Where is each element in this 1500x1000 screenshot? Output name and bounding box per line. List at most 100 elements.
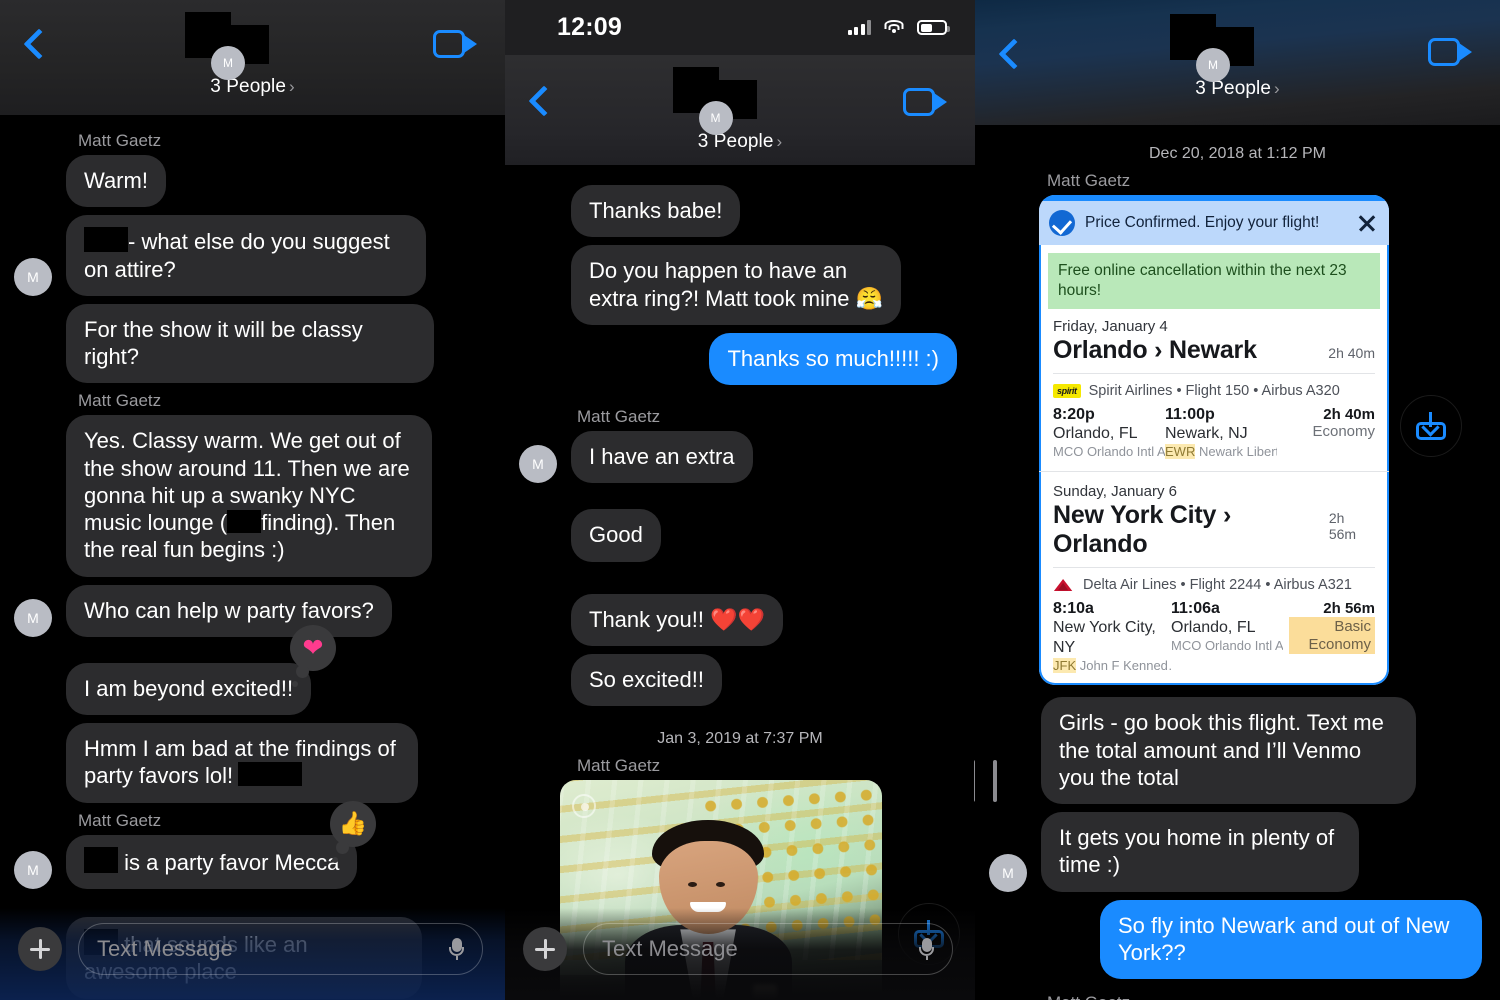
- arrival-time: 11:00p: [1165, 406, 1215, 424]
- thumbs-up-reaction-icon[interactable]: 👍: [330, 800, 376, 863]
- message-row: M is a party favor Mecca 👍: [0, 800, 505, 890]
- message-composer-middle: Text Message: [505, 908, 975, 1000]
- chat-title-block[interactable]: M 3 People ›: [505, 67, 975, 153]
- chevron-right-icon: ›: [1274, 79, 1280, 98]
- spirit-airlines-logo: spirit: [1053, 384, 1081, 399]
- flight-route: Orlando › Newark: [1053, 336, 1257, 365]
- message-row: M Warm!: [0, 155, 505, 208]
- message-sender-label: Matt Gaetz: [78, 131, 162, 150]
- close-icon[interactable]: [1357, 213, 1377, 233]
- message-bubble[interactable]: Thank you!! ❤️❤️: [571, 593, 783, 646]
- message-bubble[interactable]: Girls - go book this flight. Text me the…: [1041, 697, 1416, 805]
- message-bubble[interactable]: is a party favor Mecca: [58, 834, 358, 890]
- message-bubble[interactable]: I am beyond excited!!: [66, 662, 312, 716]
- message-bubble[interactable]: Who can help w party favors?: [59, 584, 392, 638]
- avatar: M: [211, 46, 245, 80]
- wifi-icon: [884, 20, 904, 35]
- departure-block: 8:20p Orlando, FL MCO Orlando Intl Ai…: [1053, 406, 1165, 459]
- status-bar-time: 12:09: [557, 13, 622, 41]
- redacted-contact-avatars: M: [672, 67, 808, 135]
- message-list-middle[interactable]: M Thanks babe! M Do you happen to have a…: [505, 165, 975, 1000]
- chevron-right-icon: ›: [776, 132, 783, 151]
- message-row: M Thanks babe!: [505, 185, 975, 238]
- photo-location-marker-icon: [572, 794, 596, 819]
- microphone-icon[interactable]: [449, 938, 464, 960]
- segment-summary: 2h 40m Economy: [1277, 406, 1375, 440]
- message-bubble[interactable]: Thanks babe!: [571, 185, 741, 238]
- message-bubble[interactable]: Yes. Classy warm. We get out of the show…: [66, 415, 432, 577]
- participant-count[interactable]: 3 People ›: [975, 78, 1500, 100]
- scrollbar[interactable]: [993, 760, 997, 802]
- message-sender-label: Matt Gaetz: [1047, 171, 1131, 190]
- airline-detail: Spirit Airlines • Flight 150 • Airbus A3…: [1088, 383, 1340, 400]
- message-row: So fly into Newark and out of New York??: [975, 899, 1500, 980]
- cancellation-note: Free online cancellation within the next…: [1048, 253, 1380, 310]
- message-sender-label: Matt Gaetz: [577, 756, 661, 776]
- flight-itinerary-card[interactable]: Price Confirmed. Enjoy your flight! Free…: [1039, 195, 1389, 686]
- message-row: M Hmm I am bad at the findings of party …: [0, 723, 505, 803]
- conversation-panel-left: M 3 People› Matt Gaetz M Warm! M - what …: [0, 0, 505, 1000]
- three-panel-screenshot-composite: M 3 People› Matt Gaetz M Warm! M - what …: [0, 0, 1500, 1000]
- plus-icon[interactable]: [523, 927, 567, 971]
- redacted-contact-avatars: M: [1170, 14, 1305, 82]
- participant-count[interactable]: 3 People ›: [0, 76, 505, 98]
- message-bubble-outgoing[interactable]: Thanks so much!!!!! :): [709, 332, 964, 386]
- flight-times-row: 8:10a New York City, NY JFK John F Kenne…: [1039, 593, 1389, 685]
- arrival-block: 11:06a Orlando, FL MCO Orlando Intl Ai…: [1171, 600, 1283, 653]
- flight-date: Friday, January 4: [1053, 318, 1168, 336]
- message-row: M - what else do you suggest on attire?: [0, 215, 505, 296]
- message-bubble[interactable]: So excited!!: [564, 653, 722, 707]
- message-list-right[interactable]: Dec 20, 2018 at 1:12 PM Matt Gaetz Price…: [975, 125, 1500, 1000]
- message-bubble[interactable]: It gets you home in plenty of time :): [1034, 812, 1359, 892]
- segment-summary: 2h 56m Basic Economy: [1289, 600, 1375, 654]
- text-message-input[interactable]: Text Message: [583, 923, 953, 975]
- text-message-input[interactable]: Text Message: [78, 923, 483, 975]
- chat-header-left: M 3 People ›: [0, 0, 505, 115]
- message-timestamp: Dec 20, 2018 at 1:12 PM: [1149, 145, 1326, 162]
- plus-icon[interactable]: [18, 927, 62, 971]
- microphone-icon[interactable]: [919, 938, 934, 960]
- message-row: M Thank you!! ❤️❤️: [505, 593, 975, 646]
- message-sender-label: Matt Gaetz: [78, 391, 162, 411]
- chat-title-block[interactable]: M 3 People ›: [975, 14, 1500, 100]
- message-sender-label: Matt Gaetz: [78, 810, 162, 830]
- segment-duration: 2h 56m: [1323, 600, 1375, 618]
- chat-title-block[interactable]: M 3 People ›: [0, 12, 505, 98]
- message-row: Thanks so much!!!!! :): [505, 332, 975, 386]
- participant-count[interactable]: 3 People ›: [505, 131, 975, 153]
- download-icon[interactable]: [1400, 395, 1462, 457]
- message-bubble[interactable]: Do you happen to have an extra ring?! Ma…: [564, 245, 901, 325]
- avatar: M: [14, 850, 52, 889]
- flight-duration: 2h 56m: [1328, 510, 1357, 543]
- message-bubble[interactable]: Good: [564, 509, 661, 562]
- chat-header-right: M 3 People ›: [975, 0, 1500, 125]
- check-circle-icon: [1049, 210, 1075, 236]
- message-row: M Do you happen to have an extra ring?! …: [505, 245, 975, 325]
- message-bubble[interactable]: For the show it will be classy right?: [59, 303, 434, 384]
- arrival-airport: MCO Orlando Intl Ai…: [1171, 638, 1283, 654]
- airport-code: EWR: [1165, 444, 1196, 460]
- message-bubble[interactable]: I have an extra: [564, 431, 753, 484]
- departure-airport: MCO Orlando Intl Ai…: [1053, 444, 1165, 460]
- message-row: M Yes. Classy warm. We get out of the sh…: [0, 415, 505, 577]
- message-bubble[interactable]: - what else do you suggest on attire?: [59, 215, 426, 296]
- cellular-bars-icon: [847, 20, 871, 35]
- departure-airport: JFK John F Kenned…: [1053, 658, 1171, 674]
- message-bubble-outgoing[interactable]: So fly into Newark and out of New York??: [1100, 899, 1489, 980]
- price-confirmed-banner: Price Confirmed. Enjoy your flight!: [1039, 201, 1389, 245]
- airline-row: Delta Air Lines • Flight 2244 • Airbus A…: [1039, 568, 1389, 593]
- flight-date: Sunday, January 6: [1053, 483, 1177, 501]
- message-bubble[interactable]: Hmm I am bad at the findings of party fa…: [59, 723, 418, 803]
- departure-time: 8:10a: [1053, 600, 1094, 618]
- message-bubble[interactable]: Warm!: [59, 155, 166, 208]
- airline-detail: Delta Air Lines • Flight 2244 • Airbus A…: [1083, 577, 1352, 594]
- message-list-left[interactable]: Matt Gaetz M Warm! M - what else do you …: [0, 115, 505, 1000]
- message-row: M It gets you home in plenty of time :): [975, 812, 1500, 892]
- redaction-block: [238, 762, 303, 787]
- arrival-city: Orlando, FL: [1171, 619, 1256, 637]
- message-row: M So excited!!: [505, 653, 975, 707]
- departure-time: 8:20p: [1053, 406, 1095, 424]
- message-row: M I am beyond excited!! ❤: [0, 624, 505, 716]
- delta-air-lines-logo: [1053, 579, 1073, 592]
- heart-reaction-icon[interactable]: ❤: [290, 624, 336, 687]
